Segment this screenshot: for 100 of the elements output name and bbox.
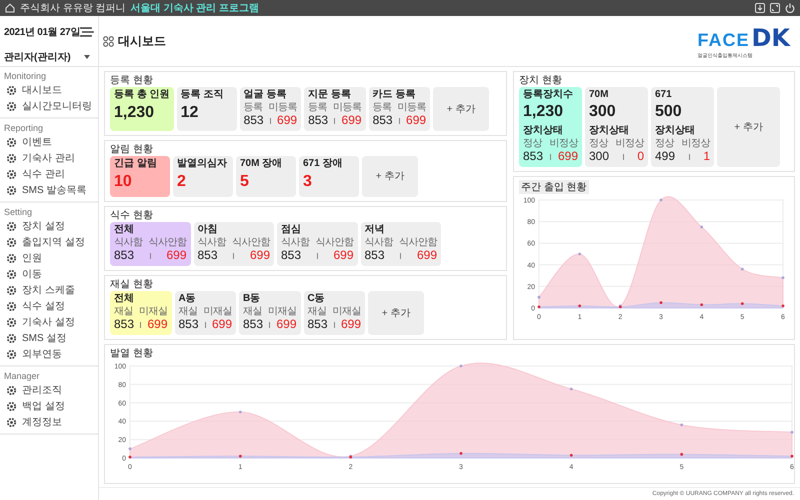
card-title: C동 <box>308 293 326 305</box>
count-value: 1 <box>703 149 710 164</box>
count-value: 699 <box>276 317 296 332</box>
home-icon[interactable] <box>5 3 15 13</box>
data-point <box>660 198 662 202</box>
data-point <box>790 454 794 458</box>
add-button[interactable]: + 추가 <box>362 156 418 197</box>
sidebar-item[interactable]: 실시간모니터링 <box>0 98 98 114</box>
card-title: A동 <box>178 293 197 305</box>
count-value: 853 <box>308 113 328 128</box>
sidebar-item[interactable]: 이동 <box>0 266 98 282</box>
card-title: 등록 총 인원 <box>114 89 170 101</box>
count-value: 853 <box>198 248 218 263</box>
data-point <box>578 304 582 308</box>
data-point <box>680 452 684 456</box>
sidebar-item[interactable]: 대시보드 <box>0 82 98 98</box>
count-value: 853 <box>114 317 134 332</box>
company-name: 주식회사 유유랑 컴퍼니 <box>20 2 126 15</box>
data-point <box>538 296 540 299</box>
count-value: 853 <box>244 113 264 128</box>
status-title: 장치상태 <box>589 125 630 137</box>
card-title: 70M <box>589 89 610 101</box>
data-point <box>740 302 744 306</box>
sidebar-item[interactable]: 관리조직 <box>0 382 98 398</box>
card-title: 671 장애 <box>303 158 344 170</box>
panel-title: 식수 현황 <box>110 210 154 222</box>
data-point <box>128 447 132 450</box>
power-icon[interactable] <box>785 3 795 13</box>
gear-icon <box>6 236 17 248</box>
current-date: 2021년 01월 27일 <box>4 26 80 39</box>
count-value: 699 <box>277 113 298 128</box>
count-value: 0 <box>637 149 644 164</box>
download-icon[interactable] <box>755 3 765 13</box>
gear-icon <box>6 220 17 232</box>
split-label: 등록 <box>372 102 392 113</box>
sidebar-item[interactable]: 장치 설정 <box>0 218 98 234</box>
gear-icon <box>6 152 17 164</box>
sidebar-item[interactable]: SMS 설정 <box>0 330 98 346</box>
sidebar-item[interactable]: 이벤트 <box>0 134 98 150</box>
split-label: 미등록 <box>268 102 298 113</box>
split-label: 정상 <box>589 138 608 149</box>
expand-icon[interactable] <box>770 3 780 13</box>
split-label: 식사함 <box>281 237 310 248</box>
gear-icon <box>6 416 17 428</box>
panel-title: 알림 현황 <box>110 144 154 156</box>
menu-icon[interactable] <box>80 27 94 37</box>
gear-icon <box>6 168 17 180</box>
gear-icon <box>6 184 17 196</box>
section-header: Manager <box>3 370 41 382</box>
panel-title: 등록 현황 <box>110 75 154 87</box>
split-label: 미재실 <box>139 306 168 317</box>
data-point <box>538 306 540 308</box>
logo-text: FACE <box>697 30 750 50</box>
card-value: 5 <box>240 172 250 192</box>
sidebar-item[interactable]: 기숙사 관리 <box>0 150 98 166</box>
card-title: 점심 <box>281 224 302 236</box>
status-title: 장치상태 <box>655 125 696 137</box>
count-value: 853 <box>178 317 199 332</box>
split-label: 미등록 <box>333 102 362 113</box>
sidebar-item[interactable]: 식수 관리 <box>0 166 98 182</box>
count-value: 699 <box>212 317 232 332</box>
sidebar-item[interactable]: 식수 설정 <box>0 298 98 314</box>
card-title: 카드 등록 <box>372 89 416 101</box>
data-point <box>660 301 662 304</box>
add-button[interactable]: + 추가 <box>368 291 424 335</box>
section-header: Setting <box>3 206 34 218</box>
section-header: Monitoring <box>3 70 48 82</box>
sidebar-item[interactable]: 장치 스케줄 <box>0 282 98 298</box>
count-value: 699 <box>250 248 270 263</box>
sidebar-item[interactable]: 인원 <box>0 250 98 266</box>
card-title: 671 <box>655 89 673 101</box>
count-value: 300 <box>589 149 610 164</box>
split-label: 비정상 <box>616 138 644 149</box>
user-dropdown[interactable]: 관리자(관리자) <box>0 48 98 67</box>
data-point <box>578 252 582 256</box>
sidebar-item[interactable]: 출입지역 설정 <box>0 234 98 250</box>
split-label: 정상 <box>523 138 542 149</box>
panel-title: 장치 현황 <box>519 75 563 87</box>
add-button[interactable]: + 추가 <box>433 87 490 131</box>
sidebar-item[interactable]: 기숙사 설정 <box>0 314 98 330</box>
split-label: 재실 <box>243 306 262 317</box>
grid-icon <box>103 36 114 46</box>
card-value: 500 <box>655 102 683 122</box>
sidebar-item[interactable]: 외부연동 <box>0 346 98 362</box>
sidebar-item[interactable]: SMS 발송목록 <box>0 182 98 198</box>
card-title: B동 <box>243 293 262 305</box>
split-label: 재실 <box>114 306 133 317</box>
sidebar-item[interactable]: 백업 설정 <box>0 398 98 414</box>
split-label: 재실 <box>308 306 326 317</box>
card-value: 300 <box>589 102 617 122</box>
gear-icon <box>6 136 17 148</box>
data-point <box>680 423 684 426</box>
add-button[interactable]: + 추가 <box>717 87 780 167</box>
sidebar-item[interactable]: 계정정보 <box>0 414 98 430</box>
data-point <box>570 454 573 457</box>
data-point <box>700 226 704 228</box>
page-title: 대시보드 <box>118 32 166 50</box>
data-point <box>700 303 704 306</box>
card-value: 3 <box>303 172 313 192</box>
count-value: 699 <box>166 248 186 263</box>
